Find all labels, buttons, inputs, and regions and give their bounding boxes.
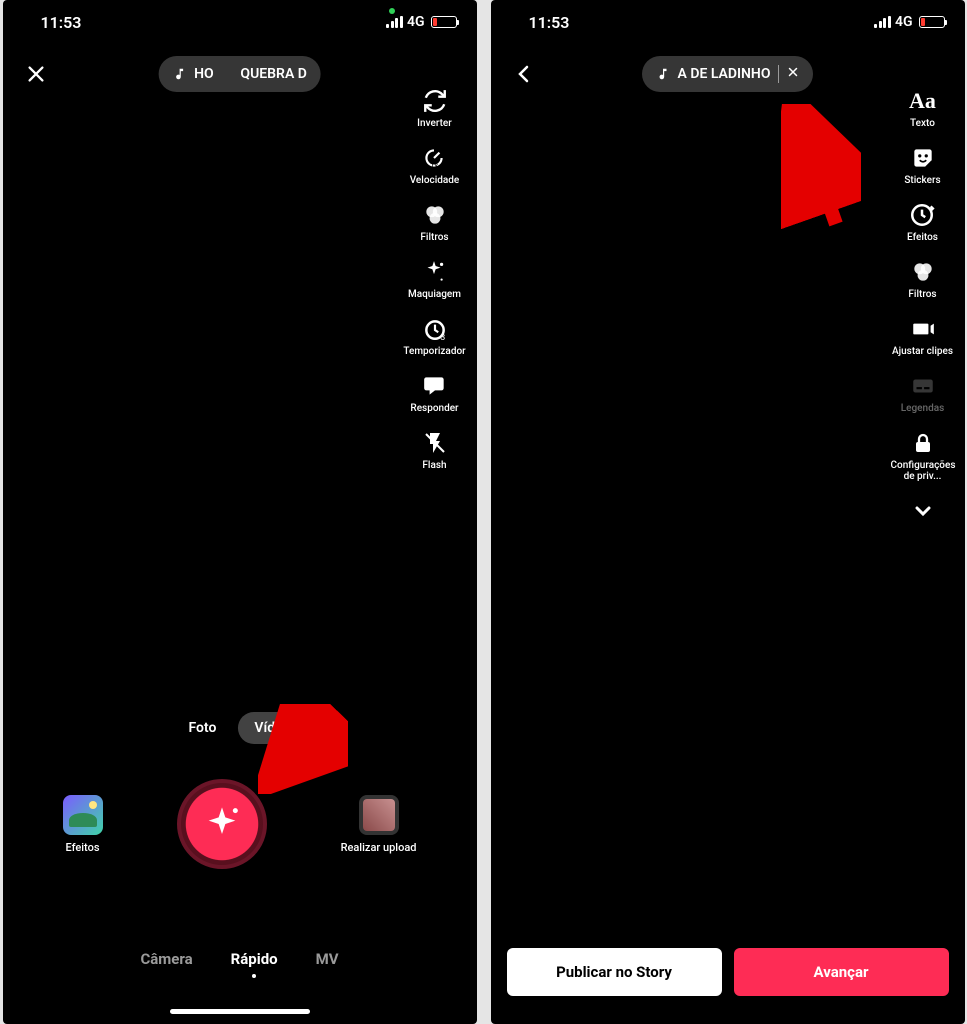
text-tool[interactable]: Aa Texto [908, 86, 938, 129]
beauty-tool[interactable]: Maquiagem [408, 257, 461, 300]
capture-row: Efeitos Realizar upload [3, 779, 477, 869]
close-icon [787, 66, 799, 78]
chevron-left-icon [512, 62, 536, 86]
sparkle-record-icon [202, 804, 242, 844]
mode-selector: Câmera Rápido MV [3, 950, 477, 968]
status-right: 4G [386, 14, 456, 30]
status-bar: 11:53 4G [3, 0, 477, 44]
tab-foto[interactable]: Foto [172, 712, 232, 744]
upload-button[interactable]: Realizar upload [341, 795, 417, 854]
chevron-down-icon [908, 496, 938, 526]
close-icon [25, 63, 47, 85]
battery-icon [431, 16, 457, 28]
post-story-button[interactable]: Publicar no Story [507, 948, 722, 996]
captions-label: Legendas [901, 403, 945, 414]
flash-off-icon [420, 428, 450, 458]
more-tools-toggle[interactable] [908, 496, 938, 526]
clips-icon [908, 314, 938, 344]
camera-tools: Inverter 1x Velocidade Filtros Maquiagem… [401, 86, 469, 471]
privacy-label: Configurações de priv... [891, 460, 955, 482]
svg-text:3: 3 [440, 333, 445, 342]
reply-icon [420, 371, 450, 401]
flip-camera-tool[interactable]: Inverter [417, 86, 452, 129]
speed-label: Velocidade [410, 175, 460, 186]
filters-label: Filtros [420, 232, 448, 243]
close-button[interactable] [19, 57, 53, 91]
status-right: 4G [874, 14, 944, 30]
sound-text-a: HO [194, 66, 214, 82]
mode-camera[interactable]: Câmera [140, 950, 192, 968]
camera-screen: 11:53 4G HO — QUEBRA D Inverter 1x Veloc… [3, 0, 477, 1024]
flip-icon [420, 86, 450, 116]
timer-tool[interactable]: 3 Temporizador [403, 314, 465, 357]
text-label: Texto [910, 118, 935, 129]
reply-tool[interactable]: Responder [410, 371, 458, 414]
status-bar: 11:53 4G [491, 0, 965, 44]
signal-icon [386, 16, 403, 28]
filters-tool[interactable]: Filtros [420, 200, 450, 243]
sound-text-b: QUEBRA D [240, 66, 306, 82]
speed-icon: 1x [419, 143, 449, 173]
pill-divider [778, 65, 779, 83]
music-note-icon [656, 67, 670, 81]
home-indicator[interactable] [170, 1009, 310, 1014]
record-button[interactable] [177, 779, 267, 869]
edit-screen: 11:53 4G A DE LADINHO Aa Texto [491, 0, 965, 1024]
tab-video[interactable]: Vídeo [238, 712, 306, 744]
capture-tabs: Foto Vídeo [172, 712, 306, 744]
filters-icon [420, 200, 450, 230]
sparkle-icon [419, 257, 449, 287]
filters-icon [908, 257, 938, 287]
camera-active-dot [389, 8, 395, 14]
next-button[interactable]: Avançar [734, 948, 949, 996]
filters-tool[interactable]: Filtros [908, 257, 938, 300]
sound-text: A DE LADINHO [678, 66, 771, 82]
effects-clock-icon [907, 200, 937, 230]
privacy-tool[interactable]: Configurações de priv... [891, 428, 955, 482]
adjust-label: Ajustar clipes [892, 346, 953, 357]
stickers-label: Stickers [904, 175, 940, 186]
edit-tools: Aa Texto Stickers Efeitos Filtros Ajusta… [889, 86, 957, 526]
beauty-label: Maquiagem [408, 289, 461, 300]
mode-rapido[interactable]: Rápido [231, 950, 278, 968]
text-icon: Aa [908, 86, 938, 116]
effects-button[interactable]: Efeitos [63, 795, 103, 854]
upload-label: Realizar upload [341, 841, 417, 854]
lock-icon [908, 428, 938, 458]
annotation-arrow [781, 104, 861, 234]
remove-sound-button[interactable] [787, 66, 799, 82]
effects-label: Efeitos [907, 232, 938, 243]
effects-icon [63, 795, 103, 835]
captions-icon [908, 371, 938, 401]
sound-selector[interactable]: HO — QUEBRA D [158, 56, 321, 92]
music-note-icon [172, 67, 186, 81]
network-label: 4G [407, 14, 425, 30]
timer-icon: 3 [420, 314, 450, 344]
mode-mv[interactable]: MV [316, 950, 339, 968]
back-button[interactable] [507, 57, 541, 91]
effects-tool[interactable]: Efeitos [907, 200, 938, 243]
stickers-tool[interactable]: Stickers [904, 143, 940, 186]
timer-label: Temporizador [403, 346, 465, 357]
network-label: 4G [895, 14, 913, 30]
status-time: 11:53 [23, 13, 82, 32]
sound-selector[interactable]: A DE LADINHO [642, 56, 814, 92]
flip-label: Inverter [417, 118, 452, 129]
effects-label: Efeitos [65, 841, 99, 854]
reply-label: Responder [410, 403, 458, 414]
upload-thumbnail [359, 795, 399, 835]
sticker-icon [908, 143, 938, 173]
flash-tool[interactable]: Flash [420, 428, 450, 471]
status-time: 11:53 [511, 13, 570, 32]
adjust-clips-tool[interactable]: Ajustar clipes [892, 314, 953, 357]
battery-icon [919, 16, 945, 28]
svg-text:1x: 1x [430, 161, 438, 170]
signal-icon [874, 16, 891, 28]
filters-label: Filtros [908, 289, 936, 300]
bottom-actions: Publicar no Story Avançar [507, 948, 949, 996]
speed-tool[interactable]: 1x Velocidade [410, 143, 460, 186]
captions-tool[interactable]: Legendas [901, 371, 945, 414]
flash-label: Flash [422, 460, 446, 471]
